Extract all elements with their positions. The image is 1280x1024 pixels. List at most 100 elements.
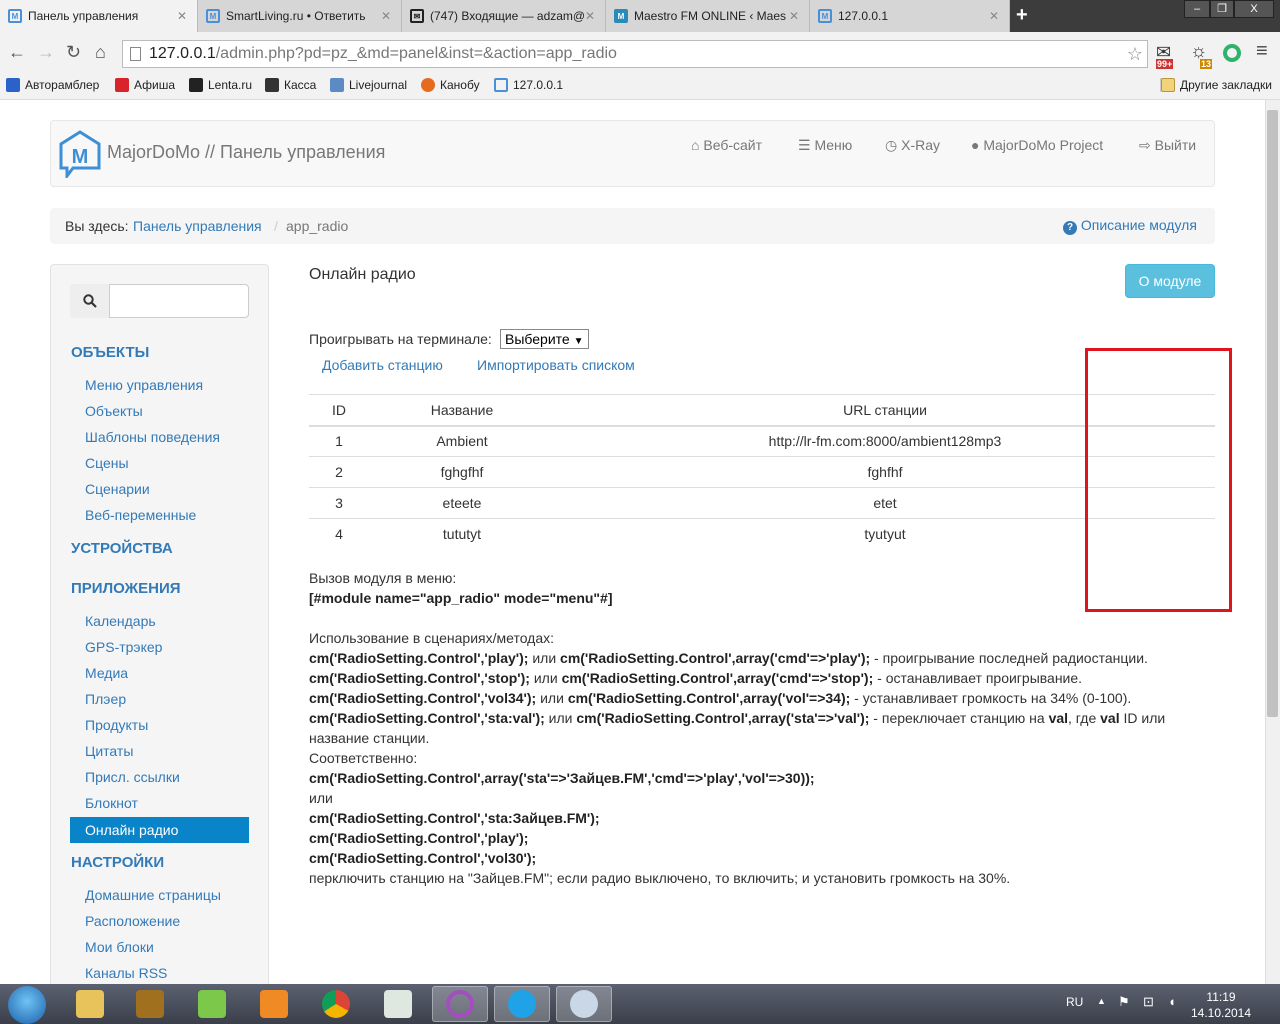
sidebar-item-active[interactable]: Онлайн радио [70,817,249,843]
nav-menu[interactable]: ☰ Меню [798,137,852,154]
majordomo-logo: M [59,130,101,178]
ring-icon [446,990,474,1018]
sidebar-item[interactable]: Каналы RSS [85,965,167,981]
sidebar-item[interactable]: GPS-трэкер [85,639,162,655]
sidebar-item[interactable]: Расположение [85,913,180,929]
sidebar-item[interactable]: Медиа [85,665,128,681]
start-button[interactable] [8,986,46,1024]
tab-localhost[interactable]: M 127.0.0.1 ✕ [810,0,1010,32]
tab-maestro[interactable]: M Maestro FM ONLINE ‹ Maes ✕ [606,0,810,32]
logout-icon: ⇨ [1139,137,1151,153]
cell-name[interactable]: Ambient [369,425,555,457]
taskbar-skype[interactable] [494,986,550,1022]
taskbar-notepad[interactable] [184,986,240,1022]
taskbar-chrome[interactable] [308,986,364,1022]
tab-smartliving[interactable]: M SmartLiving.ru • Ответить ✕ [198,0,402,32]
sidebar-section-settings[interactable]: НАСТРОЙКИ [71,854,164,871]
sidebar-item[interactable]: Продукты [85,717,148,733]
flag-icon[interactable]: ⚑ [1118,994,1130,1010]
module-help-link[interactable]: ? Описание модуля [1063,217,1197,235]
nav-label: Веб-сайт [703,137,763,153]
search-icon [82,294,97,308]
bookmark-lenta[interactable]: Lenta.ru [189,78,252,92]
cell-name[interactable]: fghgfhf [369,456,555,488]
language-indicator[interactable]: RU [1066,995,1083,1009]
sidebar-item[interactable]: Присл. ссылки [85,769,180,785]
scrollbar-thumb[interactable] [1267,110,1278,717]
taskbar-media-player[interactable] [246,986,302,1022]
sidebar-item[interactable]: Блокнот [85,795,138,811]
sidebar-item[interactable]: Мои блоки [85,939,154,955]
kanobu-icon [421,78,435,92]
code-fragment: cm('RadioSetting.Control',array('sta'=>'… [576,710,870,726]
sidebar-item[interactable]: Сцены [85,455,129,471]
cell-name[interactable]: eteete [369,487,555,519]
star-icon[interactable]: ☆ [1127,41,1143,67]
taskbar-app[interactable] [432,986,488,1022]
new-tab-button[interactable]: + [1016,4,1028,27]
sidebar-item[interactable]: Сценарии [85,481,150,497]
tab-inbox[interactable]: ✉ (747) Входящие — adzam@ ✕ [402,0,606,32]
close-tab-icon[interactable]: ✕ [585,9,595,23]
bookmark-label: 127.0.0.1 [513,78,564,92]
table-row[interactable]: 2 fghgfhf fghfhf [309,456,1215,488]
close-window-button[interactable]: X [1234,0,1274,18]
close-tab-icon[interactable]: ✕ [177,9,187,23]
add-station-link[interactable]: Добавить станцию [322,357,443,373]
about-module-button[interactable]: О модуле [1125,264,1215,298]
taskbar-window[interactable] [370,986,426,1022]
restore-button[interactable]: ❐ [1210,0,1234,18]
table-row[interactable]: 1 Ambient http://lr-fm.com:8000/ambient128… [309,425,1215,457]
forward-icon[interactable]: → [37,42,55,63]
bookmark-afisha[interactable]: Афиша [115,78,175,92]
brand-title[interactable]: MajorDoMo // Панель управления [107,142,385,163]
close-tab-icon[interactable]: ✕ [381,9,391,23]
other-bookmarks[interactable]: Другие закладки [1160,78,1272,92]
sidebar-section-objects[interactable]: ОБЪЕКТЫ [71,344,149,361]
taskbar-archiver[interactable] [122,986,178,1022]
reload-icon[interactable]: ↻ [66,42,81,63]
bookmark-kanobu[interactable]: Канобу [421,78,480,92]
sidebar-section-devices[interactable]: УСТРОЙСТВА [71,540,173,557]
text-fragment: - останавливает проигрывание. [873,670,1083,686]
nav-xray[interactable]: ◷ X-Ray [885,137,940,154]
tray-arrow-icon[interactable]: ▲ [1097,996,1106,1006]
nav-website[interactable]: ⌂ Веб-сайт [691,137,762,153]
address-bar[interactable]: 127.0.0.1/admin.php?pd=pz_&md=panel&inst… [122,40,1148,68]
menu-icon[interactable]: ≡ [1256,40,1268,63]
bookmark-kassa[interactable]: Касса [265,78,316,92]
search-button[interactable] [70,284,110,318]
bookmark-avtorambler[interactable]: Авторамблер [6,78,99,92]
close-tab-icon[interactable]: ✕ [989,9,999,23]
home-icon[interactable]: ⌂ [95,42,106,63]
nav-project[interactable]: ● MajorDoMo Project [971,137,1103,153]
sidebar-item[interactable]: Плэер [85,691,126,707]
tab-panel[interactable]: M Панель управления ✕ [0,0,198,32]
table-row[interactable]: 4 tututyt tyutyut [309,518,1215,550]
terminal-select[interactable]: Выберите ▼ [500,329,589,349]
sidebar-item[interactable]: Домашние страницы [85,887,221,903]
back-icon[interactable]: ← [8,42,26,63]
sidebar-item[interactable]: Объекты [85,403,143,419]
nav-logout[interactable]: ⇨ Выйти [1139,137,1196,154]
minimize-button[interactable]: – [1184,0,1210,18]
import-list-link[interactable]: Импортировать списком [477,357,635,373]
volume-icon[interactable]: ◖ [1168,994,1176,1009]
table-row[interactable]: 3 eteete etet [309,487,1215,519]
sidebar-section-apps[interactable]: ПРИЛОЖЕНИЯ [71,580,181,597]
green-extension-icon[interactable] [1223,44,1241,62]
breadcrumb-link[interactable]: Панель управления [133,218,262,234]
sidebar-item[interactable]: Меню управления [85,377,203,393]
sidebar-item[interactable]: Шаблоны поведения [85,429,220,445]
bookmark-localhost[interactable]: 127.0.0.1 [494,78,563,92]
clock[interactable]: 11:19 14.10.2014 [1190,989,1252,1021]
close-tab-icon[interactable]: ✕ [789,9,799,23]
bookmark-livejournal[interactable]: Livejournal [330,78,407,92]
taskbar-explorer[interactable] [62,986,118,1022]
sidebar-item[interactable]: Цитаты [85,743,133,759]
sidebar-item[interactable]: Календарь [85,613,156,629]
sidebar-item[interactable]: Веб-переменные [85,507,196,523]
cell-name[interactable]: tututyt [369,518,555,550]
network-icon[interactable]: ⊡ [1143,994,1154,1010]
taskbar-paint[interactable] [556,986,612,1022]
